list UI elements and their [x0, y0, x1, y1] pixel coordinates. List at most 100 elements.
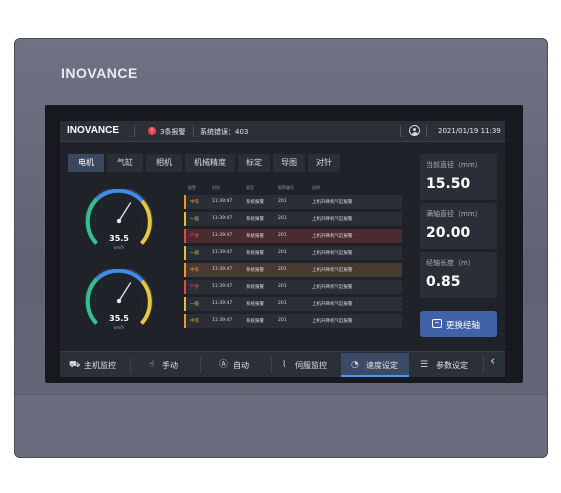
divider [193, 125, 194, 137]
nav-speed-setting[interactable]: ◔ 速度设定 [341, 353, 409, 377]
table-row[interactable]: 中等 11:39:47 系统报警 201 上机升降机气缸报警 [184, 314, 402, 328]
table-cell: 201 [278, 199, 287, 204]
severity-bar [184, 195, 186, 209]
bottom-navigation: ⛟ 主机监控 ☝ 手动 Ⓐ 自动 ⌇ 伺服监控 ◔ 速度设定 ☰ 参数设定 ‹ [60, 351, 505, 377]
table-cell: 上机升降机气缸报警 [312, 268, 353, 273]
table-cell: 201 [278, 267, 287, 272]
change-beam-button[interactable]: ⇔ 更换经轴 [420, 311, 497, 337]
tab-needle-align[interactable]: 对针 [308, 154, 340, 172]
table-cell: 一般 [190, 217, 199, 222]
severity-bar [184, 229, 186, 243]
table-cell: 中等 [190, 268, 199, 273]
gauge-needle [118, 202, 132, 222]
table-cell: 系统报警 [246, 319, 264, 324]
table-cell: 201 [278, 284, 287, 289]
table-cell: 11:39:47 [212, 233, 233, 238]
system-error: 系统错误：403 [200, 128, 249, 136]
nav-auto[interactable]: Ⓐ 自动 [201, 353, 270, 377]
table-cell: 上机升降机气缸报警 [312, 234, 353, 239]
tab-cylinder[interactable]: 气缸 [107, 154, 143, 172]
nav-manual[interactable]: ☝ 手动 [131, 353, 199, 377]
status-bar: INOVANCE ! 3条报警 系统错误：403 2021/01/19 11:3… [60, 121, 505, 142]
tab-motor[interactable]: 电机 [68, 154, 104, 172]
divider [426, 125, 427, 137]
table-cell: 一般 [190, 251, 199, 256]
panel-value: 15.50 [426, 176, 471, 192]
table-cell: 上机升降机气缸报警 [312, 285, 353, 290]
button-label: 更换经轴 [446, 321, 481, 331]
table-cell: 11:39:47 [212, 301, 233, 306]
severity-bar [184, 212, 186, 226]
alarm-icon[interactable]: ! [148, 127, 156, 135]
panel-label: 经轴长度（m） [426, 259, 475, 267]
panel-value: 20.00 [426, 225, 471, 241]
chevron-left-icon: ‹ [490, 354, 496, 369]
tab-guide-map[interactable]: 导图 [273, 154, 305, 172]
table-cell: 201 [278, 233, 287, 238]
severity-bar [184, 263, 186, 277]
table-row[interactable]: 中等 11:39:47 系统报警 201 上机升降机气缸报警 [184, 195, 402, 209]
servo-icon: ⌇ [282, 360, 287, 370]
table-cell: 201 [278, 318, 287, 323]
device-bottom-panel [15, 394, 547, 457]
table-cell: 201 [278, 301, 287, 306]
table-cell: 中等 [190, 319, 199, 324]
tab-mechanical-precision[interactable]: 机械精度 [185, 154, 235, 172]
table-row[interactable]: 严重 11:39:47 系统报警 201 上机升降机气缸报警 [184, 280, 402, 294]
beam-length-panel: 经轴长度（m） 0.85 [420, 252, 497, 298]
speed-icon: ◔ [351, 360, 359, 370]
user-icon[interactable] [409, 125, 420, 136]
nav-parameter-setting[interactable]: ☰ 参数设定 [410, 353, 482, 377]
table-cell: 11:39:47 [212, 284, 233, 289]
panel-label: 满轴直径（mm） [426, 210, 482, 218]
tab-calibration[interactable]: 标定 [238, 154, 270, 172]
speed-gauge: 35.5 km/h [80, 266, 158, 335]
table-cell: 上机升降机气缸报警 [312, 319, 353, 324]
divider [400, 125, 401, 137]
divider [134, 125, 135, 137]
table-cell: 系统报警 [246, 251, 264, 256]
severity-bar [184, 280, 186, 294]
table-cell: 上机升降机气缸报警 [312, 251, 353, 256]
speed-gauge: 35.5 km/h [80, 186, 158, 255]
datetime: 2021/01/19 11:39 [438, 127, 501, 135]
table-cell: 严重 [190, 285, 199, 290]
back-button[interactable]: ‹ [484, 353, 505, 377]
table-row[interactable]: 中等 11:39:47 系统报警 201 上机升降机气缸报警 [184, 263, 402, 277]
panel-label: 当前直径（mm） [426, 161, 482, 169]
gauge-value: 35.5 [109, 314, 129, 323]
nav-label: 手动 [162, 361, 178, 370]
table-cell: 中等 [190, 200, 199, 205]
table-row[interactable]: 一般 11:39:47 系统报警 201 上机升降机气缸报警 [184, 212, 402, 226]
tab-camera[interactable]: 相机 [146, 154, 182, 172]
column-header: 类型 [246, 185, 254, 190]
nav-host-monitor[interactable]: ⛟ 主机监控 [60, 353, 129, 377]
gauge-unit: km/h [113, 325, 125, 330]
swap-icon: ⇔ [432, 319, 442, 328]
panel-value: 0.85 [426, 274, 461, 290]
table-cell: 系统报警 [246, 268, 264, 273]
table-cell: 11:39:47 [212, 267, 233, 272]
host-monitor-icon: ⛟ [69, 360, 81, 370]
nav-label: 伺服监控 [295, 361, 327, 370]
table-cell: 上机升降机气缸报警 [312, 302, 353, 307]
hand-icon: ☝ [149, 360, 155, 370]
table-header: 报警 时间 类型 报警编号 说明 [184, 183, 402, 193]
gauge-unit: km/h [113, 245, 125, 250]
table-row[interactable]: 一般 11:39:47 系统报警 201 上机升降机气缸报警 [184, 297, 402, 311]
alarm-count[interactable]: 3条报警 [160, 127, 185, 137]
table-cell: 一般 [190, 302, 199, 307]
table-cell: 11:39:47 [212, 250, 233, 255]
table-cell: 严重 [190, 234, 199, 239]
table-row[interactable]: 一般 11:39:47 系统报警 201 上机升降机气缸报警 [184, 246, 402, 260]
table-cell: 11:39:47 [212, 199, 233, 204]
params-icon: ☰ [420, 360, 429, 370]
nav-servo-monitor[interactable]: ⌇ 伺服监控 [272, 353, 340, 377]
table-cell: 201 [278, 216, 287, 221]
table-cell: 系统报警 [246, 200, 264, 205]
column-header: 时间 [212, 185, 220, 190]
nav-label: 速度设定 [366, 361, 398, 370]
nav-label: 主机监控 [84, 361, 116, 370]
table-row[interactable]: 严重 11:39:47 系统报警 201 上机升降机气缸报警 [184, 229, 402, 243]
table-cell: 上机升降机气缸报警 [312, 217, 353, 222]
